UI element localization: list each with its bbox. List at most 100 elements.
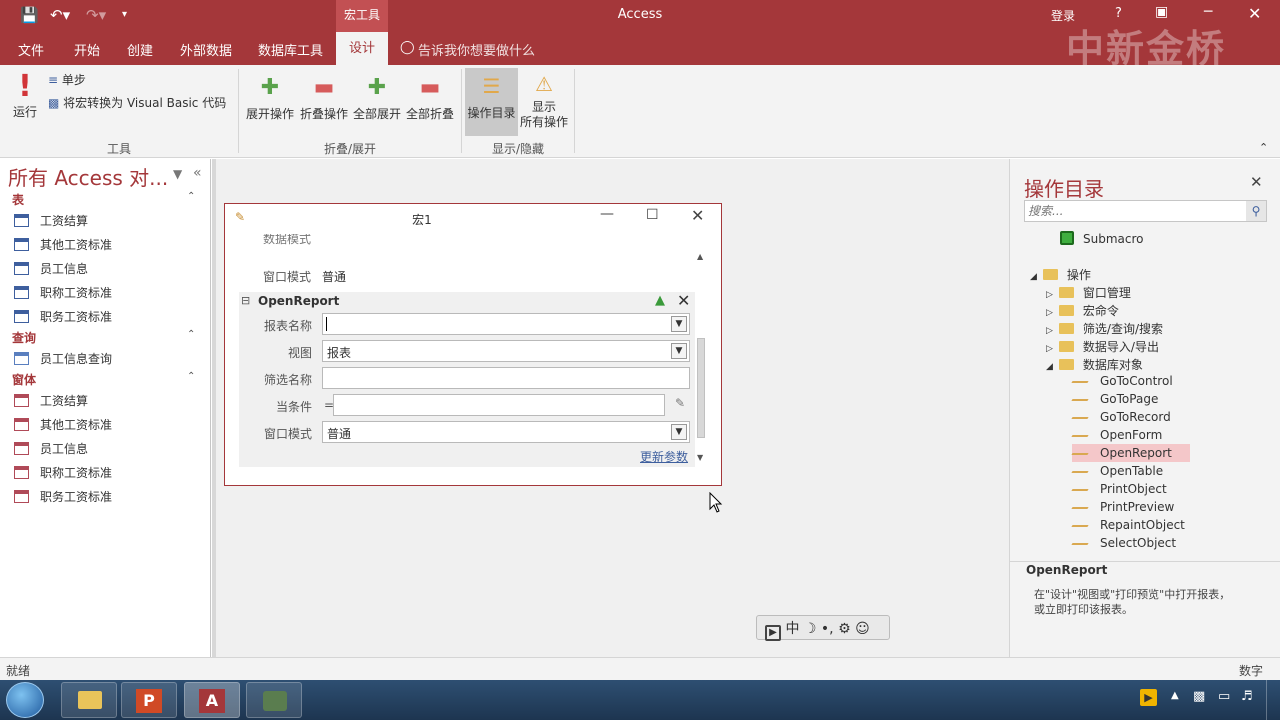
action-item[interactable]: OpenTable [1071,464,1163,478]
action-catalog-button[interactable]: ☰ 操作目录 [465,68,518,136]
taskbar-explorer[interactable] [61,682,117,718]
window-mode-field[interactable]: 普通 ▼ [322,421,690,443]
catalog-search[interactable]: ⚲ [1024,200,1267,222]
collapse-actions-button[interactable]: ▬ 折叠操作 [298,71,350,122]
tree-root[interactable]: ◢ 操作 [1030,266,1091,283]
nav-title[interactable]: 所有 Access 对... [8,162,168,191]
macro-maximize-icon[interactable]: ☐ [646,207,659,223]
save-icon[interactable]: 💾 [20,6,39,24]
vertical-scrollbar[interactable]: ▲ ▼ [694,252,708,465]
run-button[interactable]: ! 运行 [8,71,42,120]
nav-item[interactable]: 职务工资标准 [14,488,112,505]
tell-me-box[interactable]: 告诉我你想要做什么 [418,40,535,59]
catalog-search-input[interactable] [1028,202,1238,220]
collapsed-arrow-icon[interactable]: ▷ [1046,308,1053,318]
nav-item[interactable]: 职务工资标准 [14,308,112,325]
dropdown-arrow-icon[interactable]: ▼ [671,424,687,440]
action-item[interactable]: GoToPage [1071,392,1158,406]
action-item[interactable]: GoToControl [1071,374,1173,388]
update-parameters-link[interactable]: 更新参数 [640,448,688,465]
tree-folder[interactable]: ▷ 窗口管理 [1046,284,1131,301]
volume-icon[interactable]: ♬ [1241,689,1253,704]
collapse-action-icon[interactable]: ⊟ [241,294,250,307]
nav-section-tables[interactable]: 表 [12,191,24,208]
tree-folder[interactable]: ◢ 数据库对象 [1046,356,1143,373]
taskbar-powerpoint[interactable]: P [121,682,177,718]
battery-icon[interactable]: ▭ [1218,689,1230,704]
scroll-thumb[interactable] [697,338,705,438]
report-name-field[interactable]: ▼ [322,313,690,335]
collapse-section-icon[interactable]: ⌃ [187,371,195,382]
customize-qat-icon[interactable]: ▾ [122,9,127,20]
nav-section-queries[interactable]: 查询 [12,329,36,346]
action-item[interactable]: GoToRecord [1071,410,1171,424]
action-item[interactable]: PrintPreview [1071,500,1174,514]
expand-actions-button[interactable]: ✚ 展开操作 [244,71,296,122]
scroll-down-icon[interactable]: ▼ [697,453,703,462]
tab-design[interactable]: 设计 [336,32,388,65]
undo-icon[interactable]: ↶▾ [50,6,70,24]
show-desktop-button[interactable] [1266,680,1280,720]
tab-external-data[interactable]: 外部数据 [180,40,232,59]
tab-create[interactable]: 创建 [127,40,153,59]
ime-emoji-icon[interactable]: ☺ [855,621,870,637]
tab-database-tools[interactable]: 数据库工具 [258,40,323,59]
tree-folder[interactable]: ▷ 数据导入/导出 [1046,338,1159,355]
tray-app-icon[interactable]: ▶ [1140,689,1157,706]
dropdown-arrow-icon[interactable]: ▼ [671,343,687,359]
expanded-arrow-icon[interactable]: ◢ [1030,272,1037,282]
collapse-section-icon[interactable]: ⌃ [187,191,195,202]
collapse-all-button[interactable]: ▬ 全部折叠 [404,71,456,122]
nav-item[interactable]: 其他工资标准 [14,416,112,433]
network-icon[interactable]: ▩ [1193,689,1205,704]
view-field[interactable]: 报表 ▼ [322,340,690,362]
nav-item[interactable]: 员工信息 [14,440,88,457]
nav-item[interactable]: 工资结算 [14,212,88,229]
ime-settings-icon[interactable]: ⚙ [838,621,851,637]
nav-item[interactable]: 员工信息 [14,260,88,277]
nav-menu-icon[interactable]: ▼ [173,167,182,181]
shutter-bar-icon[interactable]: « [193,165,202,181]
collapsed-arrow-icon[interactable]: ▷ [1046,344,1053,354]
nav-item[interactable]: 工资结算 [14,392,88,409]
expand-all-button[interactable]: ✚ 全部展开 [351,71,403,122]
filter-name-field[interactable] [322,367,690,389]
convert-to-vba-button[interactable]: ▩ 将宏转换为 Visual Basic 代码 [48,94,226,111]
expression-builder-icon[interactable]: ✎ [675,396,685,410]
taskbar-recorder[interactable] [246,682,302,718]
ime-punct-icon[interactable]: •, [821,621,834,637]
scroll-up-icon[interactable]: ▲ [697,252,703,261]
tab-home[interactable]: 开始 [74,40,100,59]
nav-item[interactable]: 其他工资标准 [14,236,112,253]
action-item[interactable]: PrintObject [1071,482,1167,496]
start-button[interactable] [6,682,44,718]
collapse-section-icon[interactable]: ⌃ [187,329,195,340]
ime-moon-icon[interactable]: ☽ [804,621,817,637]
single-step-button[interactable]: ≡ 单步 [48,71,86,88]
ime-chinese-mode[interactable]: 中 [785,621,799,637]
action-item-selected[interactable]: OpenReport [1071,444,1190,462]
redo-icon[interactable]: ↷▾ [86,6,106,24]
catalog-close-icon[interactable]: ✕ [1250,173,1263,191]
ime-logo-icon[interactable]: ▶ [765,625,781,641]
collapsed-arrow-icon[interactable]: ▷ [1046,326,1053,336]
nav-item[interactable]: 职称工资标准 [14,284,112,301]
expanded-arrow-icon[interactable]: ◢ [1046,362,1053,372]
search-icon[interactable]: ⚲ [1246,201,1266,221]
action-item[interactable]: SelectObject [1071,536,1176,550]
close-icon[interactable]: ✕ [1248,4,1261,23]
action-block[interactable]: ⊟ OpenReport ▲ ✕ 报表名称 ▼ 视图 报表 ▼ 筛选名称 当条件… [239,291,695,467]
collapse-ribbon-icon[interactable]: ⌃ [1259,141,1268,154]
macro-close-icon[interactable]: ✕ [691,206,704,225]
action-item[interactable]: RepaintObject [1071,518,1185,532]
move-up-icon[interactable]: ▲ [655,293,665,308]
nav-item[interactable]: 员工信息查询 [14,350,112,367]
macro-minimize-icon[interactable]: — [600,206,614,222]
nav-section-forms[interactable]: 窗体 [12,371,36,388]
where-condition-field[interactable] [333,394,665,416]
submacro-item[interactable]: Submacro [1060,231,1144,246]
nav-item[interactable]: 职称工资标准 [14,464,112,481]
collapsed-arrow-icon[interactable]: ▷ [1046,290,1053,300]
tray-expand-icon[interactable]: ▲ [1171,690,1179,701]
show-all-actions-button[interactable]: ⚠ 显示 所有操作 [518,68,570,130]
